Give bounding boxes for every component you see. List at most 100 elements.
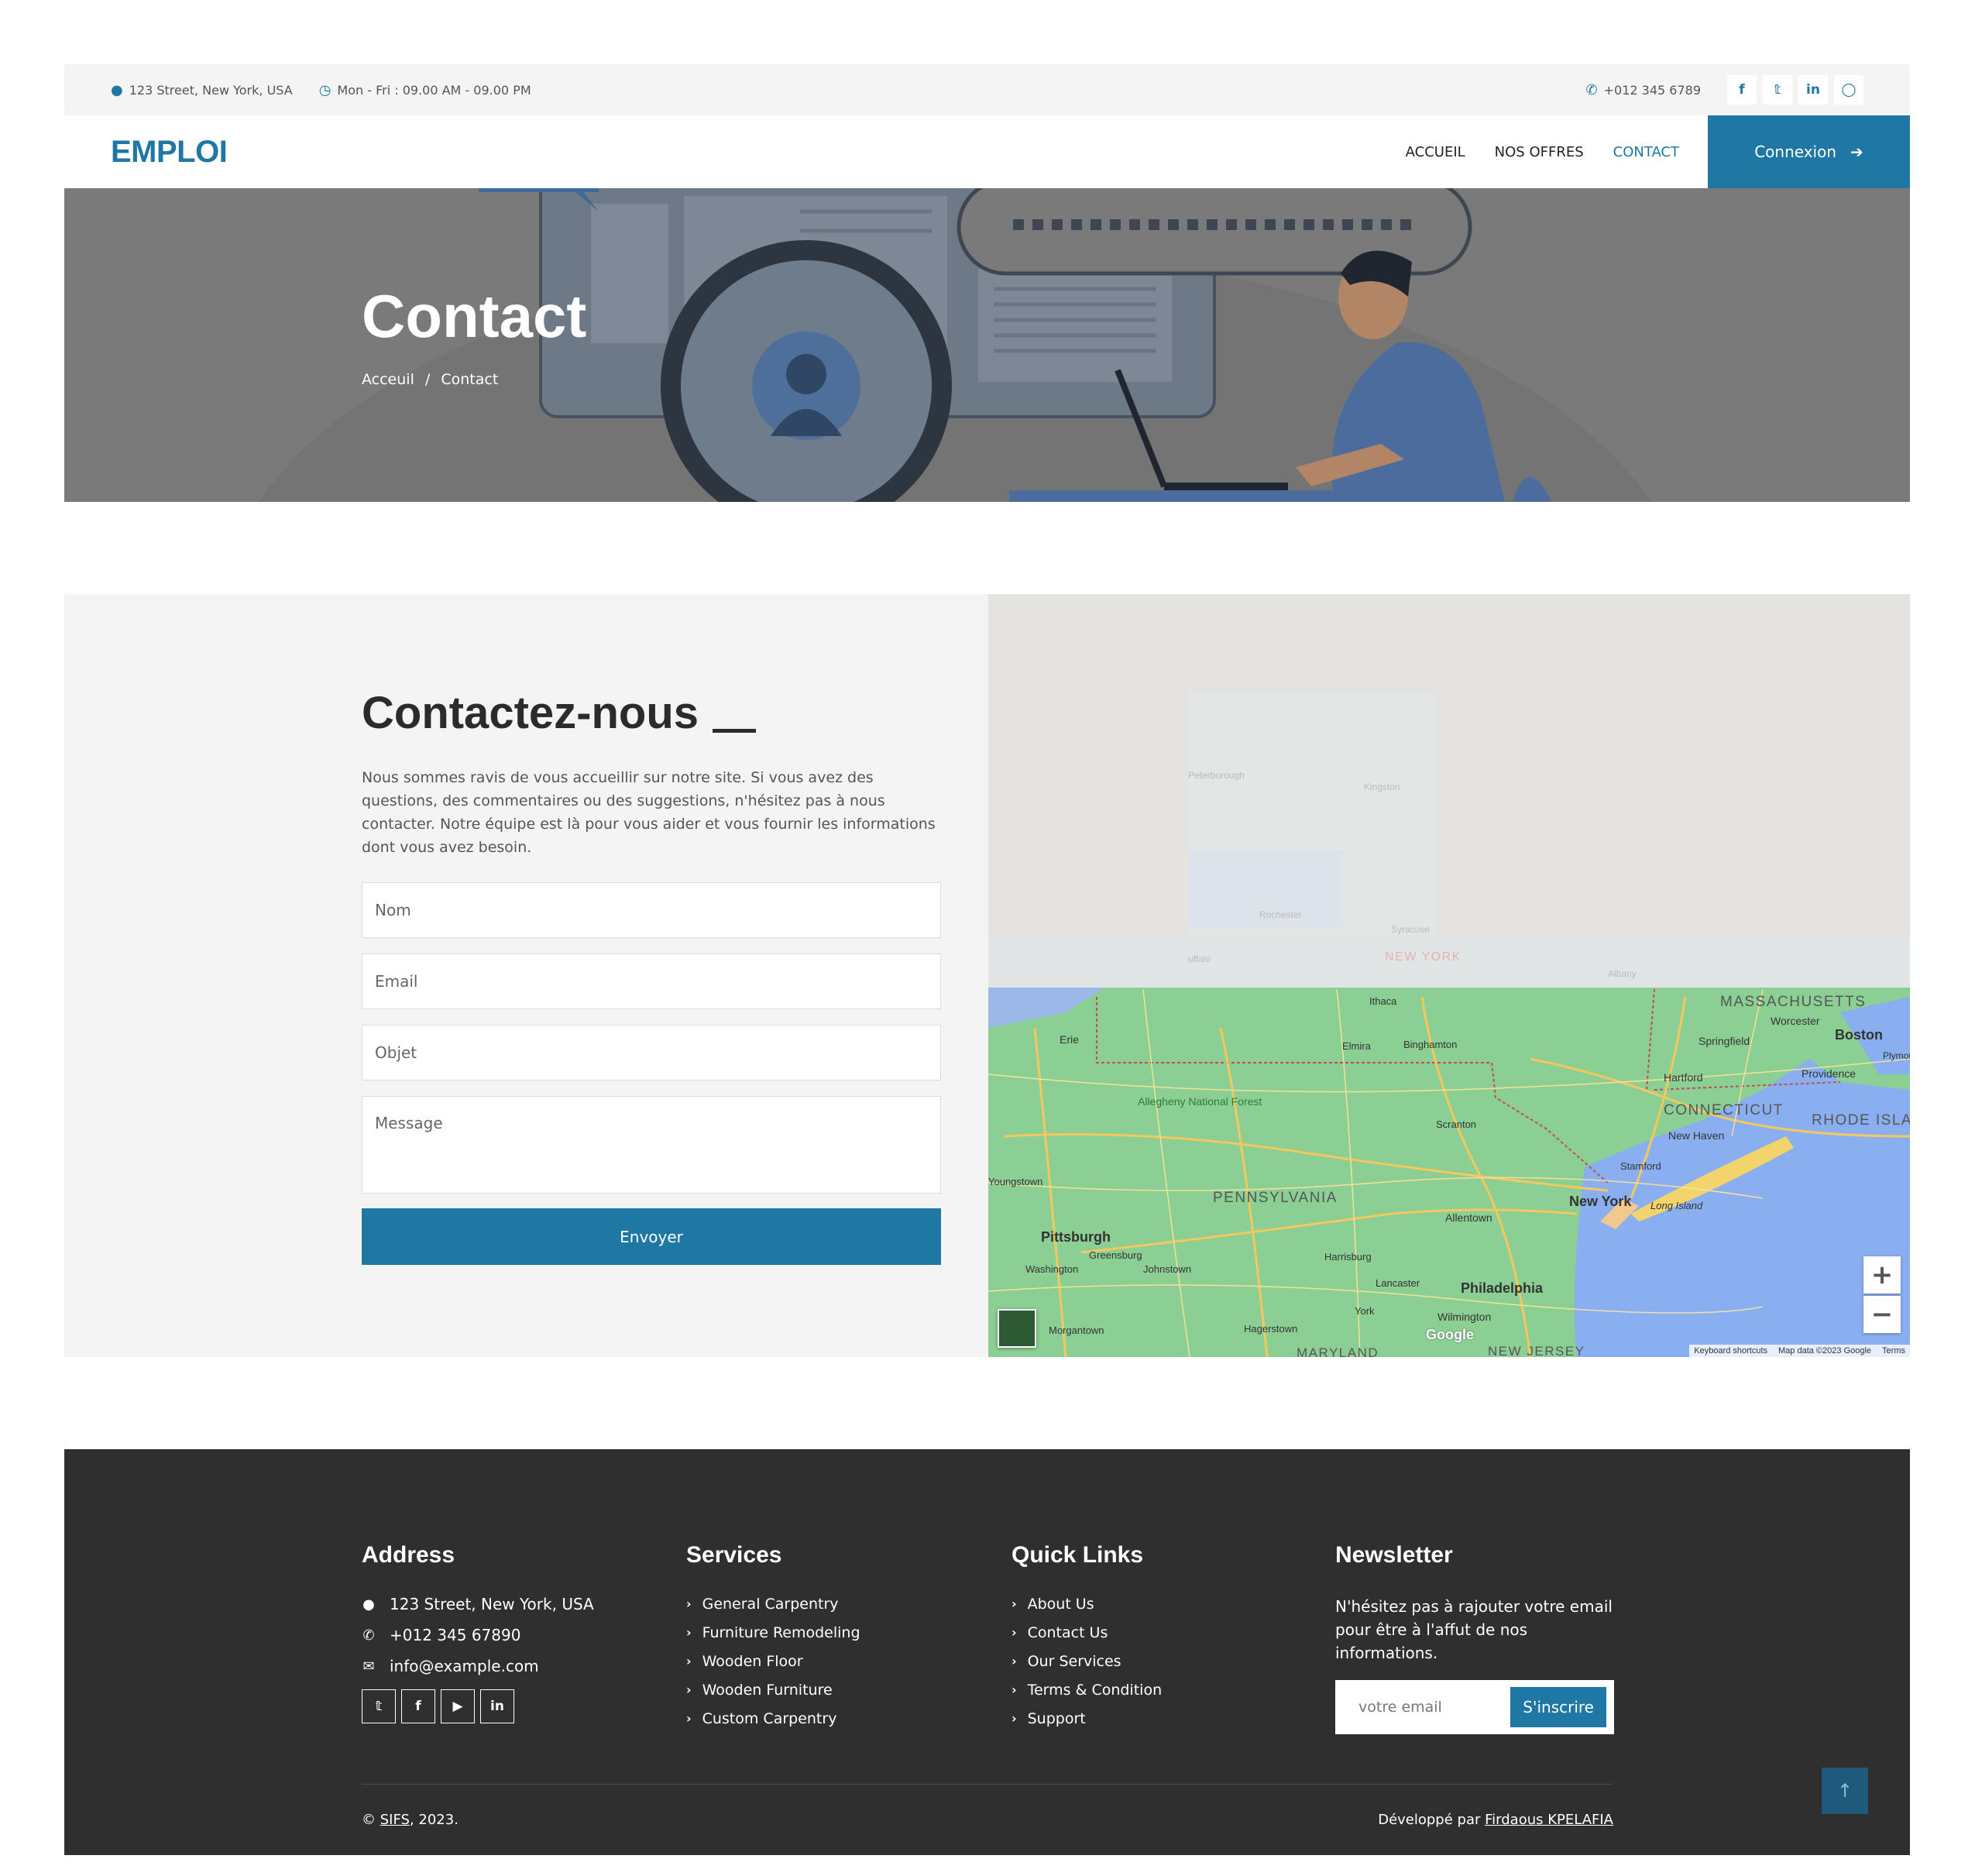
site-logo[interactable]: EMPLOI [111,135,228,170]
facebook-icon[interactable]: f [1727,75,1757,105]
twitter-icon[interactable]: 𝕥 [1763,75,1792,105]
label-boston: Boston [1835,1027,1883,1043]
zoom-in-button[interactable]: + [1863,1256,1901,1294]
chevron-right-icon: › [686,1625,692,1640]
name-placeholder: Nom [375,901,411,919]
footer-quicklinks-column: Quick Links › About Us › Contact Us › Our S… [1012,1542,1162,1738]
linkedin-icon[interactable]: in [480,1689,514,1723]
terms-link[interactable]: Terms [1882,1346,1905,1355]
service-link[interactable]: › General Carpentry [686,1595,860,1613]
twitter-icon[interactable]: 𝕥 [362,1689,396,1723]
label-new-york-city: New York [1569,1194,1632,1209]
satellite-toggle[interactable] [998,1309,1036,1348]
chevron-right-icon: › [686,1596,692,1611]
instagram-icon[interactable]: ◯ [1834,75,1863,105]
copyright: © SIFS, 2023. [362,1812,459,1828]
label-providence: Providence [1802,1067,1856,1080]
phone-info: ✆ +012 345 6789 [1586,82,1701,98]
service-link[interactable]: › Wooden Furniture [686,1681,860,1699]
top-info-bar: ● 123 Street, New York, USA ◷ Mon - Fri … [64,64,1910,115]
breadcrumb-home[interactable]: Acceuil [362,371,414,388]
service-link-label: General Carpentry [702,1595,839,1613]
label-greensburg: Greensburg [1089,1249,1142,1261]
subject-input[interactable]: Objet [362,1025,941,1081]
label-hartford: Hartford [1664,1071,1703,1084]
contact-title-text: Contactez-nous [362,688,699,738]
arrow-right-icon: ➔ [1850,143,1863,161]
quick-link[interactable]: › Terms & Condition [1012,1681,1162,1699]
quick-link-label: Support [1027,1709,1086,1727]
linkedin-icon[interactable]: in [1798,75,1828,105]
contact-title: Contactez-nous [362,687,756,739]
map-canvas: MASSACHUSETTS Boston Worcester Springfie… [988,594,1910,1357]
label-maryland: MARYLAND [1297,1345,1379,1357]
subscribe-button[interactable]: S'inscrire [1510,1687,1606,1727]
developer-link[interactable]: Firdaous KPELAFIA [1485,1812,1613,1828]
label-kingston: Kingston [1364,782,1400,792]
submit-button[interactable]: Envoyer [362,1208,941,1265]
facebook-icon[interactable]: f [401,1689,435,1723]
label-rhode-island: RHODE ISLAND [1812,1112,1910,1129]
service-link-label: Furniture Remodeling [702,1623,860,1641]
service-link-label: Wooden Furniture [702,1681,833,1699]
newsletter-text: N'hésitez pas à rajouter votre email pou… [1335,1597,1613,1662]
google-map[interactable]: MASSACHUSETTS Boston Worcester Springfie… [988,594,1910,1357]
footer-phone-text: +012 345 67890 [390,1626,521,1644]
navbar: EMPLOI ACCUEIL NOS OFFRES CONTACT Connex… [64,115,1910,188]
newsletter-email-input[interactable]: votre email [1358,1699,1510,1716]
nav-link-accueil[interactable]: ACCUEIL [1406,144,1465,160]
chevron-right-icon: › [1012,1654,1017,1668]
youtube-icon[interactable]: ▶ [441,1689,475,1723]
service-link[interactable]: › Custom Carpentry [686,1709,860,1727]
service-link[interactable]: › Wooden Floor [686,1652,860,1670]
service-link[interactable]: › Furniture Remodeling [686,1623,860,1641]
label-erie: Erie [1060,1033,1079,1046]
topbar-hours: Mon - Fri : 09.00 AM - 09.00 PM [337,82,531,98]
quick-link-label: Our Services [1027,1652,1121,1670]
quick-link[interactable]: › Support [1012,1709,1162,1727]
keyboard-shortcuts-link[interactable]: Keyboard shortcuts [1694,1346,1767,1355]
back-to-top-button[interactable]: ↑ [1822,1768,1868,1814]
nav-link-contact[interactable]: CONTACT [1613,144,1679,160]
footer-street-text: 123 Street, New York, USA [390,1595,594,1613]
label-connecticut: CONNECTICUT [1664,1102,1784,1118]
breadcrumb-separator: / [424,371,431,388]
quick-link[interactable]: › About Us [1012,1595,1162,1613]
copyright-brand-link[interactable]: SIFS [380,1812,410,1828]
nav-link-offres[interactable]: NOS OFFRES [1495,144,1584,160]
label-elmira: Elmira [1342,1040,1372,1052]
email-placeholder: Email [375,972,418,991]
subject-placeholder: Objet [375,1043,417,1062]
label-buffalo: uffalo [1188,953,1211,964]
label-long-island: Long Island [1650,1200,1703,1211]
label-new-haven: New Haven [1668,1129,1724,1142]
copyright-year: , 2023. [409,1812,459,1828]
label-new-york-state: NEW YORK [1385,950,1462,964]
label-johnstown: Johnstown [1143,1263,1191,1275]
footer-phone: ✆ +012 345 67890 [362,1626,594,1644]
zoom-out-button[interactable]: − [1863,1296,1901,1333]
quick-link[interactable]: › Contact Us [1012,1623,1162,1641]
message-textarea[interactable]: Message [362,1096,941,1194]
footer-email-text[interactable]: info@example.com [390,1657,539,1675]
email-input[interactable]: Email [362,953,941,1009]
label-plymouth: Plymou [1883,1050,1910,1061]
breadcrumb: Acceuil / Contact [362,371,498,388]
quick-link[interactable]: › Our Services [1012,1652,1162,1670]
footer-email: ✉ info@example.com [362,1657,594,1675]
hero-title: Contact [362,282,587,350]
footer-services-column: Services › General Carpentry › Furniture R… [686,1542,860,1738]
chevron-right-icon: › [686,1711,692,1726]
label-syracuse: Syracuse [1391,924,1430,935]
chevron-right-icon: › [1012,1596,1017,1611]
connexion-button[interactable]: Connexion ➔ [1708,115,1910,188]
name-input[interactable]: Nom [362,882,941,938]
label-rochester: Rochester [1259,909,1302,920]
label-hagerstown: Hagerstown [1244,1323,1297,1335]
message-placeholder: Message [375,1114,443,1132]
label-lancaster: Lancaster [1376,1277,1420,1289]
phone-icon: ✆ [1585,81,1598,98]
footer-newsletter-title: Newsletter [1335,1542,1453,1568]
label-wilmington: Wilmington [1437,1311,1491,1323]
footer-services-title: Services [686,1542,782,1568]
